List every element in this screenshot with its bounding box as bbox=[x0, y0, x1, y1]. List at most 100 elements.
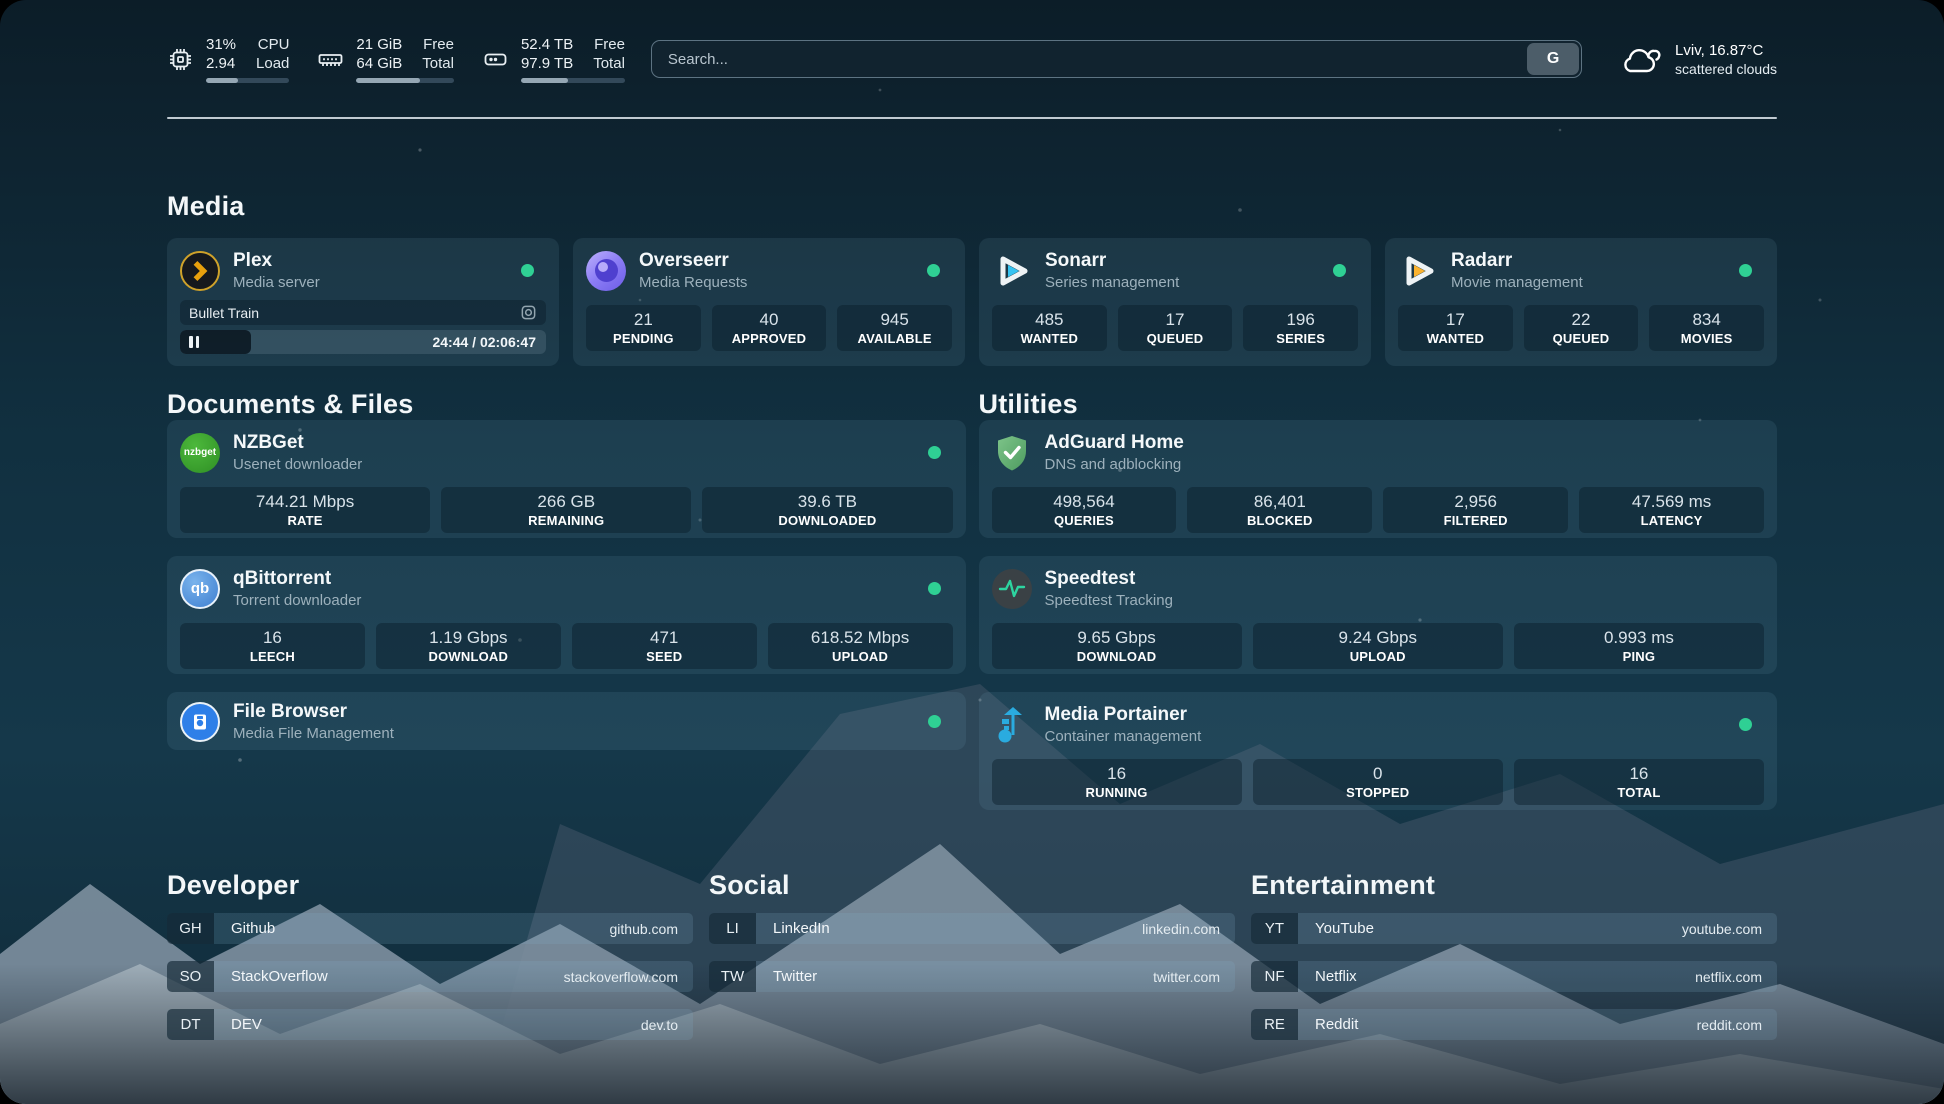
plex-icon bbox=[180, 251, 220, 291]
stat-value: 40 bbox=[760, 310, 779, 329]
stat-value: 16 bbox=[1107, 764, 1126, 783]
service-description: Speedtest Tracking bbox=[1045, 591, 1173, 610]
stat-label: APPROVED bbox=[732, 331, 807, 346]
service-card-qbittorrent[interactable]: qb qBittorrent Torrent downloader 16 LEE… bbox=[167, 556, 966, 674]
bookmark-abbr: NF bbox=[1251, 961, 1298, 992]
overseerr-icon bbox=[586, 251, 626, 291]
service-name: AdGuard Home bbox=[1045, 431, 1184, 455]
stat-available: 945 AVAILABLE bbox=[837, 305, 952, 351]
bookmark-dev[interactable]: DT DEV dev.to bbox=[167, 1009, 693, 1040]
pause-icon bbox=[189, 336, 199, 348]
resource-disk: 52.4 TB Free 97.9 TB Total bbox=[482, 36, 625, 83]
stat-value: 834 bbox=[1692, 310, 1720, 329]
bookmark-abbr: RE bbox=[1251, 1009, 1298, 1040]
bookmark-linkedin[interactable]: LI LinkedIn linkedin.com bbox=[709, 913, 1235, 944]
service-card-sonarr[interactable]: Sonarr Series management 485 WANTED 17 Q… bbox=[979, 238, 1371, 366]
section-title-entertainment: Entertainment bbox=[1251, 870, 1777, 901]
bookmark-abbr: DT bbox=[167, 1009, 214, 1040]
stat-value: 0 bbox=[1373, 764, 1382, 783]
stat-value: 9.65 Gbps bbox=[1077, 628, 1155, 647]
stat-label: REMAINING bbox=[528, 513, 604, 528]
service-card-adguard[interactable]: AdGuard Home DNS and adblocking 498,564 … bbox=[979, 420, 1778, 538]
bookmark-netflix[interactable]: NF Netflix netflix.com bbox=[1251, 961, 1777, 992]
stat-value: 86,401 bbox=[1254, 492, 1306, 511]
memory-progress-bar bbox=[356, 78, 454, 83]
cpu-icon bbox=[167, 46, 194, 73]
bookmark-name: Github bbox=[231, 920, 275, 937]
bookmark-group-social: Social LI LinkedIn linkedin.com TW Twitt… bbox=[709, 870, 1235, 1040]
stat-value: 22 bbox=[1572, 310, 1591, 329]
stat-value: 2,956 bbox=[1454, 492, 1497, 511]
stat-value: 9.24 Gbps bbox=[1339, 628, 1417, 647]
adguard-icon bbox=[992, 433, 1032, 473]
header-divider bbox=[167, 117, 1777, 119]
radarr-icon bbox=[1398, 251, 1438, 291]
status-dot bbox=[928, 446, 941, 459]
stat-label: LEECH bbox=[250, 649, 295, 664]
stat-label: PING bbox=[1623, 649, 1656, 664]
service-description: Usenet downloader bbox=[233, 455, 362, 474]
service-card-radarr[interactable]: Radarr Movie management 17 WANTED 22 QUE… bbox=[1385, 238, 1777, 366]
bookmark-name: Reddit bbox=[1315, 1016, 1358, 1033]
stat-label: DOWNLOAD bbox=[429, 649, 509, 664]
bookmark-url: netflix.com bbox=[1695, 969, 1762, 985]
stat-label: BLOCKED bbox=[1247, 513, 1313, 528]
service-description: Media Requests bbox=[639, 273, 747, 292]
cpu-progress-bar bbox=[206, 78, 289, 83]
disk-free-label: Free bbox=[593, 36, 625, 54]
playback-time: 24:44 / 02:06:47 bbox=[432, 330, 536, 354]
stat-movies: 834 MOVIES bbox=[1649, 305, 1764, 351]
service-card-nzbget[interactable]: nzbget NZBGet Usenet downloader 744.21 M… bbox=[167, 420, 966, 538]
stat-value: 16 bbox=[263, 628, 282, 647]
stat-pending: 21 PENDING bbox=[586, 305, 701, 351]
section-title-social: Social bbox=[709, 870, 1235, 901]
service-card-filebrowser[interactable]: File Browser Media File Management bbox=[167, 692, 966, 750]
stat-value: 16 bbox=[1629, 764, 1648, 783]
service-card-speedtest[interactable]: Speedtest Speedtest Tracking 9.65 Gbps D… bbox=[979, 556, 1778, 674]
bookmark-twitter[interactable]: TW Twitter twitter.com bbox=[709, 961, 1235, 992]
section-title-utilities: Utilities bbox=[979, 389, 1778, 420]
service-name: qBittorrent bbox=[233, 567, 361, 591]
stat-leech: 16 LEECH bbox=[180, 623, 365, 669]
search-provider-button[interactable]: G bbox=[1527, 43, 1579, 75]
cpu-percent: 31% bbox=[206, 36, 236, 54]
bookmark-stackoverflow[interactable]: SO StackOverflow stackoverflow.com bbox=[167, 961, 693, 992]
stat-label: PENDING bbox=[613, 331, 674, 346]
stat-downloaded: 39.6 TB DOWNLOADED bbox=[702, 487, 952, 533]
portainer-icon bbox=[992, 705, 1032, 745]
bookmark-name: StackOverflow bbox=[231, 968, 328, 985]
stat-download: 1.19 Gbps DOWNLOAD bbox=[376, 623, 561, 669]
bookmark-group-entertainment: Entertainment YT YouTube youtube.com NF … bbox=[1251, 870, 1777, 1040]
service-name: Radarr bbox=[1451, 249, 1583, 273]
stat-label: QUEUED bbox=[1147, 331, 1204, 346]
service-card-plex[interactable]: Plex Media server Bullet Train bbox=[167, 238, 559, 366]
status-dot bbox=[928, 715, 941, 728]
memory-icon bbox=[317, 46, 344, 73]
stat-label: RATE bbox=[287, 513, 322, 528]
stat-queries: 498,564 QUERIES bbox=[992, 487, 1177, 533]
section-title-developer: Developer bbox=[167, 870, 693, 901]
stat-queued: 17 QUEUED bbox=[1118, 305, 1233, 351]
bookmark-github[interactable]: GH Github github.com bbox=[167, 913, 693, 944]
disk-icon bbox=[482, 46, 509, 73]
resource-cpu: 31% CPU 2.94 Load bbox=[167, 36, 289, 83]
bookmark-reddit[interactable]: RE Reddit reddit.com bbox=[1251, 1009, 1777, 1040]
service-description: Media server bbox=[233, 273, 320, 292]
stat-label: SERIES bbox=[1276, 331, 1325, 346]
stat-download: 9.65 Gbps DOWNLOAD bbox=[992, 623, 1242, 669]
bookmark-name: YouTube bbox=[1315, 920, 1374, 937]
search-input[interactable] bbox=[652, 41, 1525, 77]
bookmark-abbr: TW bbox=[709, 961, 756, 992]
service-name: Overseerr bbox=[639, 249, 747, 273]
service-card-overseerr[interactable]: Overseerr Media Requests 21 PENDING 40 A… bbox=[573, 238, 965, 366]
service-name: Speedtest bbox=[1045, 567, 1173, 591]
bookmark-youtube[interactable]: YT YouTube youtube.com bbox=[1251, 913, 1777, 944]
resource-memory: 21 GiB Free 64 GiB Total bbox=[317, 36, 454, 83]
weather-condition: scattered clouds bbox=[1675, 60, 1777, 78]
service-card-portainer[interactable]: Media Portainer Container management 16 … bbox=[979, 692, 1778, 810]
stat-value: 17 bbox=[1446, 310, 1465, 329]
memory-free: 21 GiB bbox=[356, 36, 402, 54]
cpu-load: 2.94 bbox=[206, 55, 236, 73]
bookmark-url: reddit.com bbox=[1697, 1017, 1762, 1033]
bookmark-url: dev.to bbox=[641, 1017, 678, 1033]
